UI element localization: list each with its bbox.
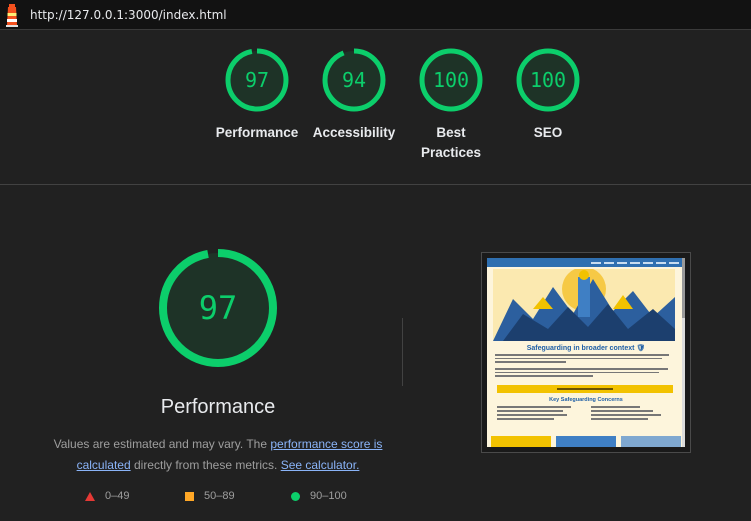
gauge-score: 94 — [342, 68, 366, 92]
final-screenshot-thumbnail[interactable]: Safeguarding in broader context 🛡 Key Sa… — [481, 252, 691, 453]
gauge-performance[interactable]: 97 Performance — [207, 47, 307, 143]
page-url[interactable]: http://127.0.0.1:3000/index.html — [30, 8, 227, 22]
see-calculator-link[interactable]: See calculator. — [281, 458, 360, 472]
gauge-score: 97 — [245, 68, 269, 92]
legend-range: 50–89 — [204, 490, 235, 502]
performance-gauge-large: 97 — [158, 248, 278, 373]
gauge-accessibility[interactable]: 94 Accessibility — [304, 47, 404, 143]
green-circle-icon — [291, 491, 300, 501]
desc-middle: directly from these metrics. — [130, 458, 281, 472]
screenshot-paragraph — [495, 368, 673, 379]
screenshot-heading: Safeguarding in broader context 🛡 — [526, 345, 646, 352]
gauge-score: 97 — [199, 289, 238, 327]
gauge-ring: 97 — [159, 249, 277, 367]
legend-pass: 90–100 — [291, 490, 347, 502]
red-triangle-icon — [85, 491, 95, 501]
performance-title: Performance — [160, 396, 276, 418]
legend-range: 0–49 — [105, 490, 130, 502]
gauge-ring: 97 — [225, 48, 289, 112]
legend-average: 50–89 — [185, 490, 235, 502]
screenshot-subheading: Key Safeguarding Concerns — [549, 397, 623, 403]
gauge-label: Accessibility — [312, 125, 396, 140]
hero-illustration — [493, 269, 675, 341]
desc-prefix: Values are estimated and may vary. The — [53, 437, 271, 451]
gauge-label: Performance — [215, 125, 299, 140]
gauge-best-practices[interactable]: 100 Best Practices — [401, 47, 501, 163]
screenshot-concerns-list — [497, 406, 673, 422]
section-divider — [0, 184, 751, 185]
gauge-score: 100 — [433, 68, 469, 92]
gauge-ring: 94 — [322, 48, 386, 112]
screenshot-navbar — [487, 258, 685, 267]
screenshot-paragraph — [495, 354, 673, 365]
gauge-ring: 100 — [419, 48, 483, 112]
address-bar: http://127.0.0.1:3000/index.html — [0, 0, 751, 30]
lighthouse-icon — [4, 3, 20, 27]
score-legend: 0–49 50–89 90–100 — [0, 490, 751, 510]
performance-description: Values are estimated and may vary. The p… — [40, 434, 396, 476]
screenshot-page: Safeguarding in broader context 🛡 Key Sa… — [487, 258, 685, 447]
screenshot-scrollbar — [682, 258, 685, 447]
gauge-label: Best Practices — [420, 125, 482, 160]
gauge-label: SEO — [533, 125, 563, 140]
screenshot-cards — [491, 436, 681, 447]
gauge-seo[interactable]: 100 SEO — [498, 47, 598, 143]
legend-fail: 0–49 — [85, 490, 129, 502]
category-summary: 97 Performance 94 Accessibility 100 Best… — [0, 31, 751, 184]
gauge-ring: 100 — [516, 48, 580, 112]
gauge-score: 100 — [530, 68, 566, 92]
screenshot-banner — [497, 385, 673, 393]
legend-range: 90–100 — [310, 490, 347, 502]
vertical-divider — [402, 318, 403, 386]
orange-square-icon — [185, 491, 194, 501]
